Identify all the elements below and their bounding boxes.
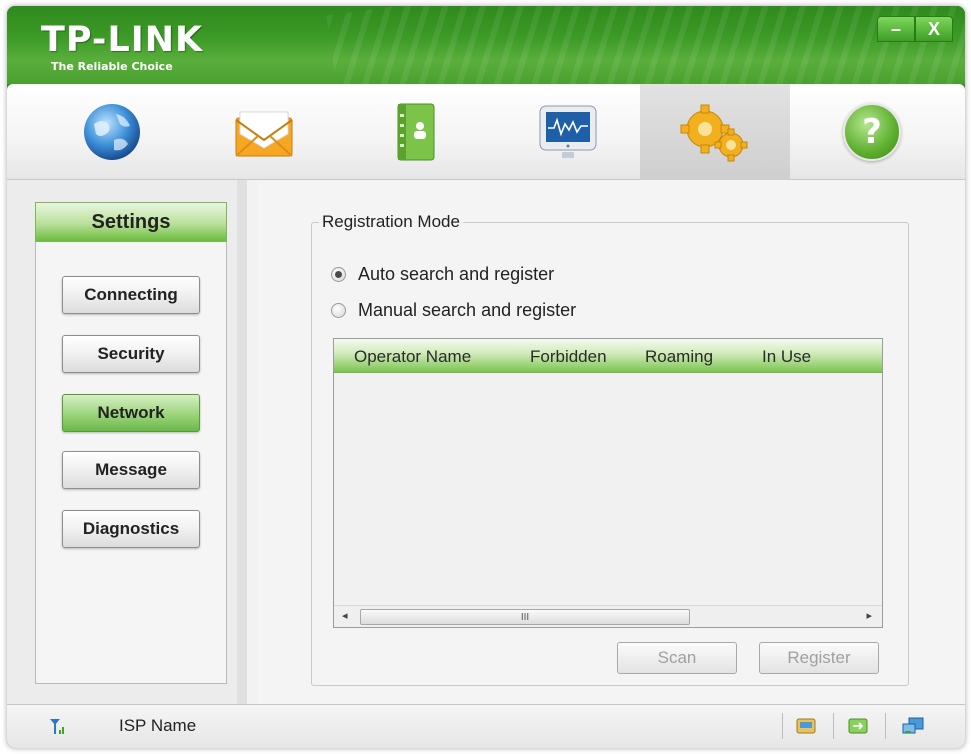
scroll-left-arrow-icon[interactable]: ◂ (342, 609, 348, 622)
brand: TP-LINK The Reliable Choice (41, 22, 203, 73)
title-bar-sheen (326, 6, 965, 84)
toolbar-statistics[interactable] (493, 84, 643, 180)
status-divider (885, 713, 886, 739)
monitor-icon (539, 105, 597, 158)
operator-list[interactable]: Operator Name Forbidden Roaming In Use ◂… (333, 338, 883, 628)
registration-mode-title: Registration Mode (319, 212, 463, 232)
scan-button[interactable]: Scan (617, 642, 737, 674)
toolbar-internet[interactable] (37, 84, 187, 180)
scrollbar-grip: III (520, 611, 530, 623)
scrollbar-thumb[interactable]: III (360, 609, 690, 625)
status-divider (782, 713, 783, 739)
content-area: Settings Connecting Security Network Mes… (7, 180, 965, 704)
column-operator-name[interactable]: Operator Name (354, 347, 471, 367)
tagline: The Reliable Choice (51, 60, 173, 73)
sidebar-panel (35, 202, 227, 684)
help-icon: ? (843, 103, 901, 161)
main-toolbar: ? (7, 84, 965, 180)
column-forbidden[interactable]: Forbidden (530, 347, 607, 367)
tp-link-logo: TP-LINK (41, 20, 204, 60)
isp-name: ISP Name (119, 716, 197, 735)
auto-register-label: Auto search and register (358, 264, 555, 284)
globe-icon (84, 104, 140, 160)
nav-connecting-button[interactable]: Connecting (62, 276, 200, 314)
nav-diagnostics-button[interactable]: Diagnostics (62, 510, 200, 548)
nav-message-button[interactable]: Message (62, 451, 200, 489)
app-window: TP-LINK The Reliable Choice – X ? Settin… (7, 6, 965, 748)
sidebar-title: Settings (35, 202, 227, 242)
connection-icon[interactable] (847, 715, 869, 737)
auto-register-option[interactable]: Auto search and register (331, 264, 554, 285)
gears-icon (680, 104, 748, 162)
toolbar-settings[interactable] (640, 84, 790, 180)
main-panel: Registration Mode Auto search and regist… (257, 180, 965, 704)
close-button[interactable]: X (915, 16, 953, 42)
envelope-icon (235, 111, 293, 157)
auto-register-radio[interactable] (331, 267, 346, 282)
window-controls: – X (877, 16, 953, 42)
manual-register-radio[interactable] (331, 303, 346, 318)
sidebar: Settings Connecting Security Network Mes… (7, 180, 247, 704)
network-icon[interactable] (902, 715, 924, 737)
radio-selected-dot (335, 271, 342, 278)
manual-register-label: Manual search and register (358, 300, 577, 320)
sms-icon[interactable] (795, 715, 817, 737)
operator-list-header: Operator Name Forbidden Roaming In Use (334, 339, 882, 373)
minimize-button[interactable]: – (877, 16, 915, 42)
column-in-use[interactable]: In Use (762, 347, 811, 367)
status-divider (833, 713, 834, 739)
horizontal-scrollbar[interactable]: ◂ III ▸ (334, 605, 882, 627)
manual-register-option[interactable]: Manual search and register (331, 300, 576, 321)
title-bar: TP-LINK The Reliable Choice – X (7, 6, 965, 84)
signal-icon (47, 715, 69, 737)
help-glyph: ? (862, 112, 882, 152)
column-roaming[interactable]: Roaming (645, 347, 713, 367)
nav-network-button[interactable]: Network (62, 394, 200, 432)
scroll-right-arrow-icon[interactable]: ▸ (866, 609, 872, 622)
toolbar-help[interactable]: ? (797, 84, 947, 180)
register-button[interactable]: Register (759, 642, 879, 674)
toolbar-contacts[interactable] (341, 84, 491, 180)
status-bar: ISP Name (7, 704, 965, 748)
toolbar-messages[interactable] (189, 84, 339, 180)
contacts-book-icon (397, 103, 435, 161)
nav-security-button[interactable]: Security (62, 335, 200, 373)
